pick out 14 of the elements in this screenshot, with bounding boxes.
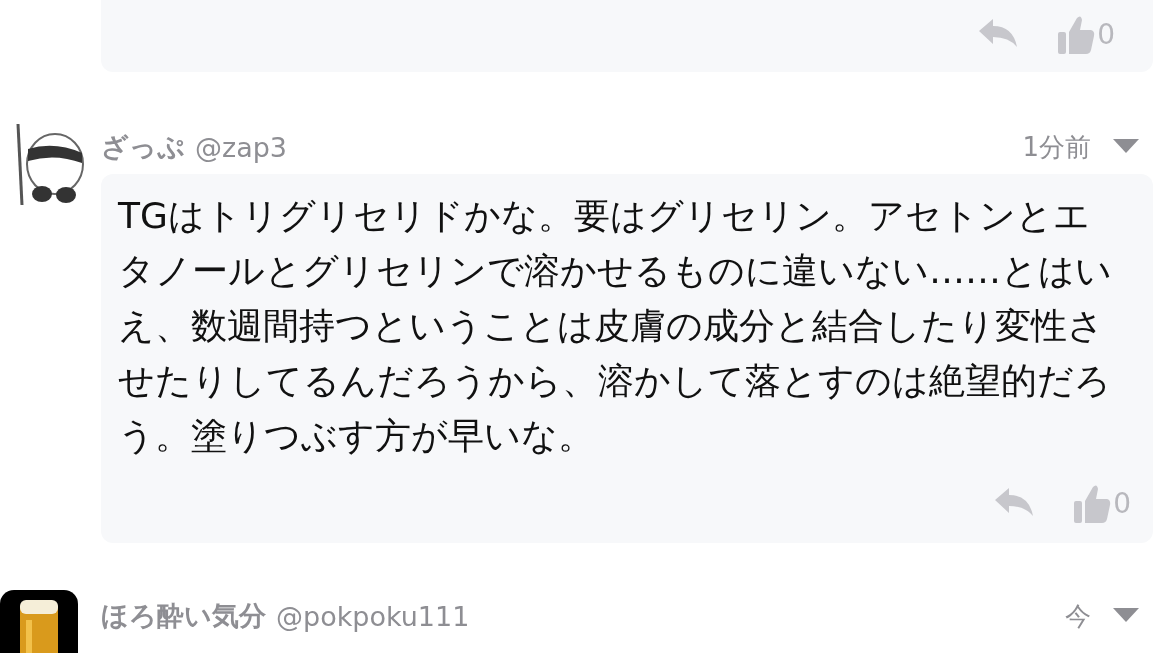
beer-avatar-icon — [0, 590, 78, 653]
timestamp: 1分前 — [1022, 130, 1091, 164]
like-count: 0 — [1097, 17, 1115, 51]
thumbs-up-icon[interactable] — [1057, 14, 1096, 54]
timestamp: 今 — [1065, 599, 1091, 633]
thumbs-up-icon[interactable] — [1073, 483, 1112, 523]
comment-text: TGはトリグリセリドかな。要はグリセリン。アセトンとエタノールとグリセリンで溶かせるものに違いない……とはいえ、数週間持つということは皮膚の成分と結合したり変性させたりしてるんだろうから、溶かして落とすのは絶望的だろう。塗りつぶす方が早いな。 — [118, 194, 1113, 458]
caret-icon[interactable] — [1113, 608, 1139, 624]
author-name[interactable]: ほろ酔い気分 — [101, 598, 266, 634]
user-handle[interactable]: @pokpoku111 — [276, 600, 1065, 632]
user-handle[interactable]: @zap3 — [195, 131, 1023, 163]
caret-icon[interactable] — [1113, 139, 1139, 155]
author-name[interactable]: ざっぷ — [101, 129, 185, 165]
like-count: 0 — [1113, 486, 1131, 520]
